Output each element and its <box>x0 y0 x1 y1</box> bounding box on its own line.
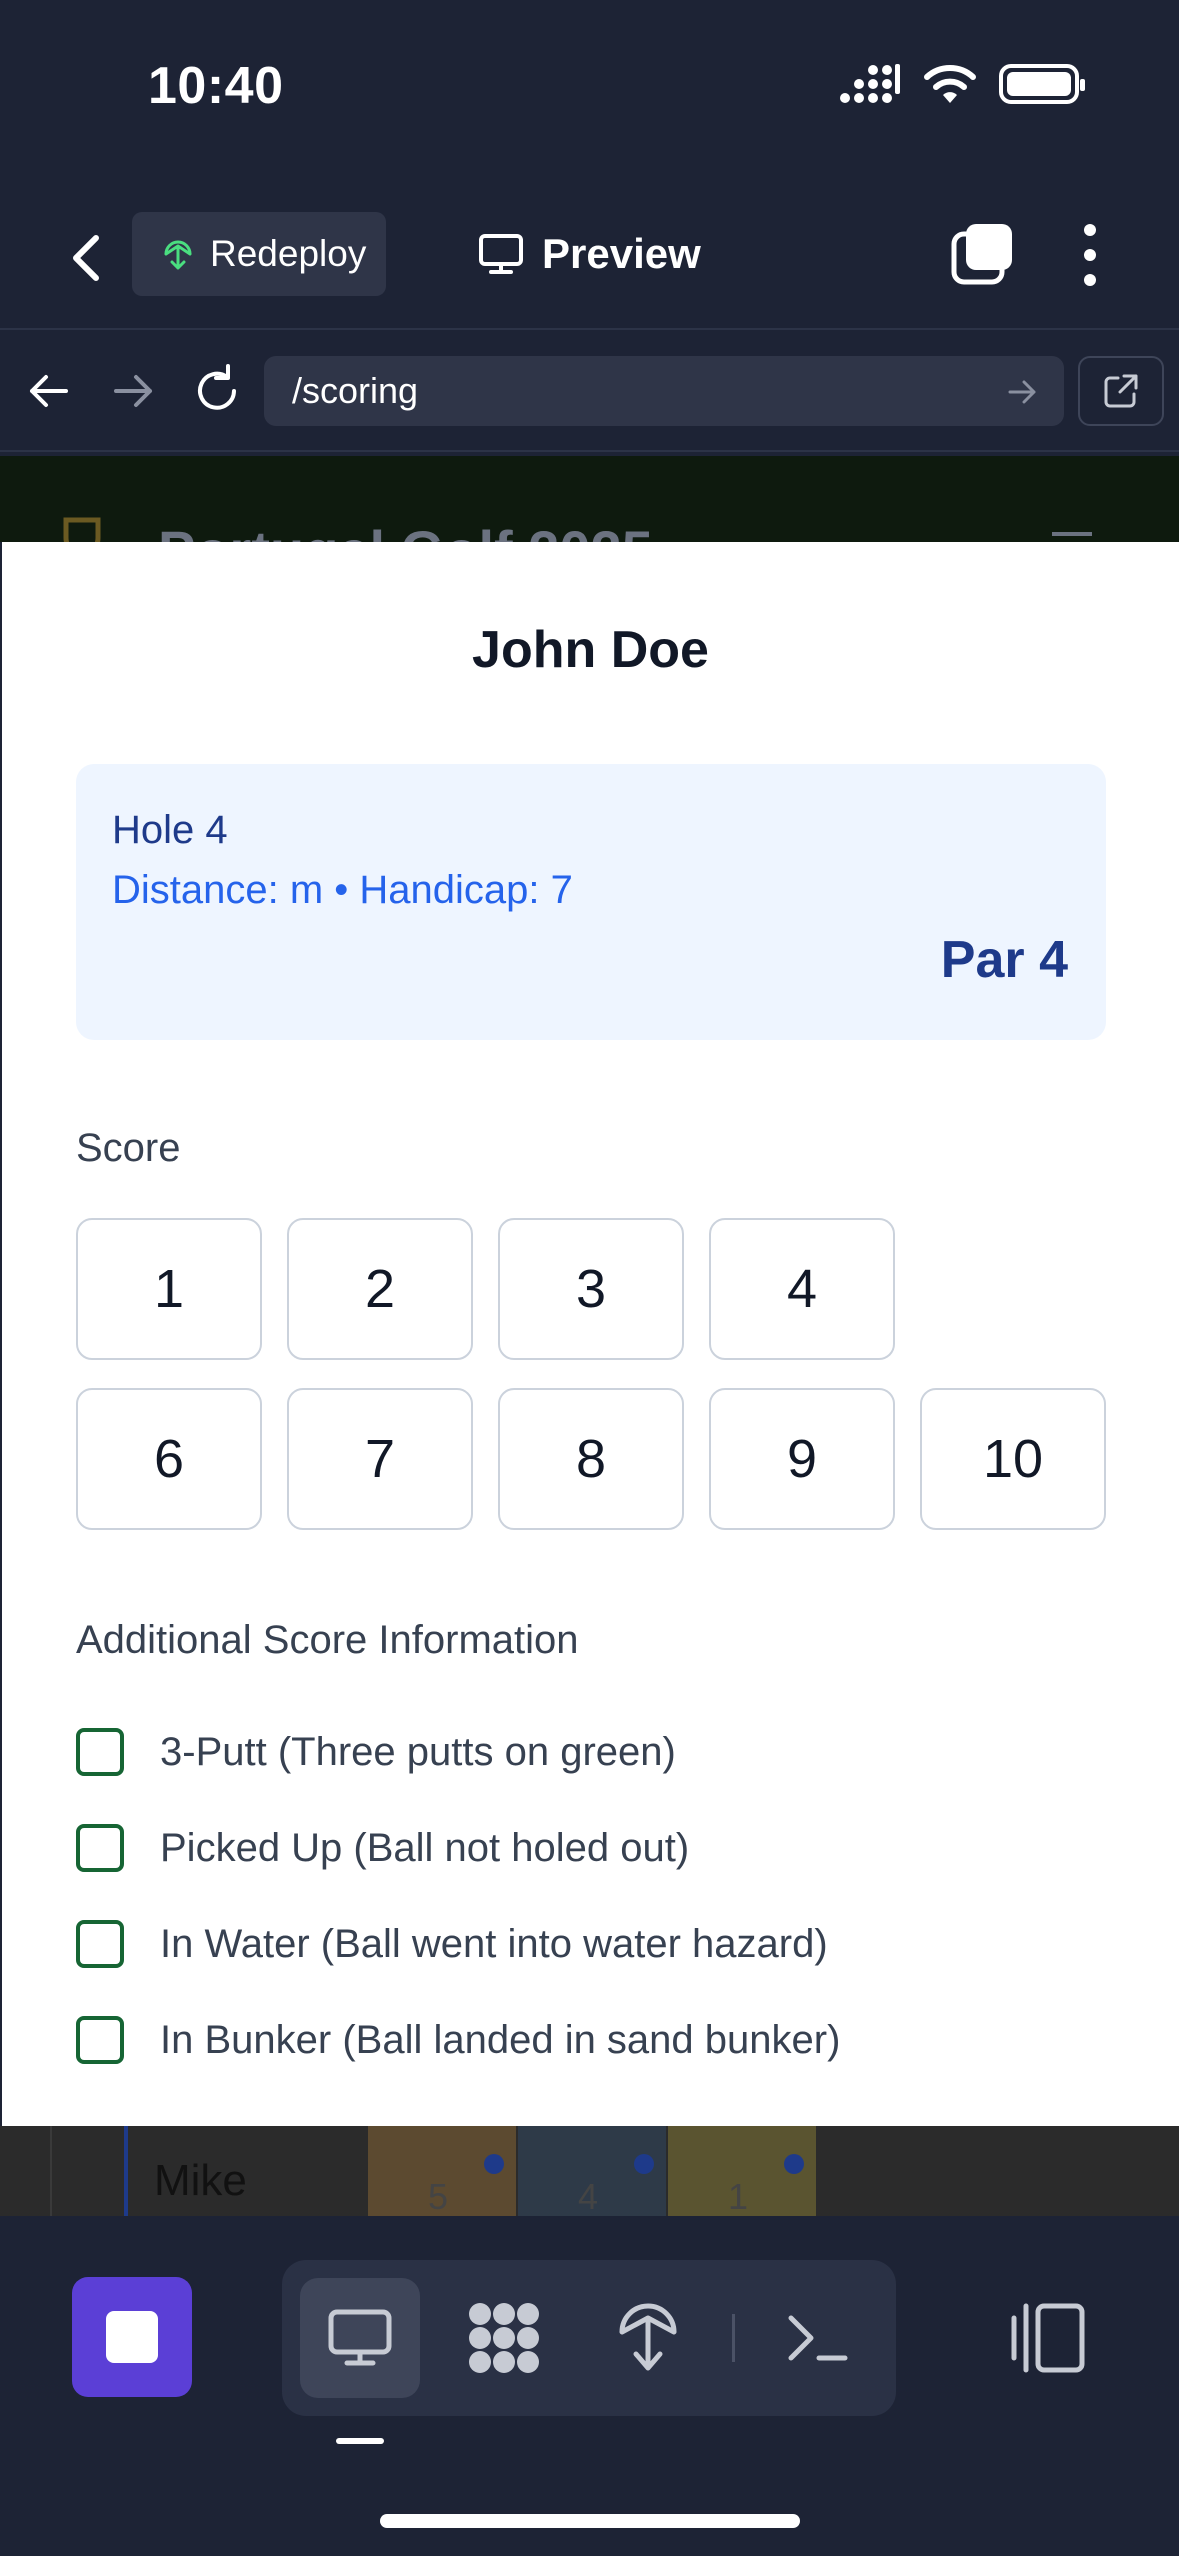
cellular-signal-icon <box>840 64 900 103</box>
go-arrow-icon[interactable] <box>1004 374 1040 410</box>
preview-view-tab[interactable] <box>300 2278 420 2398</box>
preview-label: Preview <box>542 230 701 277</box>
wifi-icon <box>924 65 976 103</box>
in-bunker-checkbox[interactable] <box>76 2016 124 2064</box>
stop-icon <box>106 2311 158 2363</box>
status-time: 10:40 <box>148 57 284 115</box>
hole-info-card: Hole 4 Distance: m • Handicap: 7 Par 4 <box>76 764 1106 1040</box>
hole-meta: Distance: m • Handicap: 7 <box>112 868 573 912</box>
option-label: In Bunker (Ball landed in sand bunker) <box>160 2017 841 2062</box>
picked-up-checkbox[interactable] <box>76 1824 124 1872</box>
status-bar: 10:40 <box>0 0 1179 180</box>
apps-view-tab[interactable] <box>444 2278 564 2398</box>
redeploy-button[interactable]: Redeploy <box>132 212 386 296</box>
score-button-4[interactable]: 4 <box>709 1218 895 1360</box>
deploy-view-tab[interactable] <box>588 2278 708 2398</box>
score-button-10[interactable]: 10 <box>920 1388 1106 1530</box>
open-external-button[interactable] <box>1078 356 1164 426</box>
trophy-icon <box>63 517 101 542</box>
more-vertical-icon[interactable] <box>1070 220 1110 290</box>
top-toolbar: Redeploy Preview <box>0 200 1179 330</box>
background-score-cell: 4 <box>518 2126 666 2216</box>
view-switcher <box>282 2260 896 2416</box>
in-water-checkbox[interactable] <box>76 1920 124 1968</box>
option-label: Picked Up (Ball not holed out) <box>160 1825 690 1870</box>
background-score-cell: 5 <box>368 2126 516 2216</box>
player-name: John Doe <box>472 621 709 679</box>
bottom-app-bar <box>0 2216 1179 2556</box>
score-button-9[interactable]: 9 <box>709 1388 895 1530</box>
status-icons <box>839 62 1085 106</box>
score-button-1[interactable]: 1 <box>76 1218 262 1360</box>
score-button-6[interactable]: 6 <box>76 1388 262 1530</box>
segment-divider <box>732 2314 735 2362</box>
in-bunker-option[interactable]: In Bunker (Ball landed in sand bunker) <box>76 2016 840 2064</box>
scoring-modal: John Doe Hole 4 Distance: m • Handicap: … <box>2 542 1179 2126</box>
back-chevron-icon[interactable] <box>60 230 116 286</box>
background-score-value: 5 <box>428 2176 449 2216</box>
arrow-right-icon[interactable] <box>102 360 164 422</box>
option-label: In Water (Ball went into water hazard) <box>160 1921 828 1966</box>
score-button-2[interactable]: 2 <box>287 1218 473 1360</box>
three-putt-checkbox[interactable] <box>76 1728 124 1776</box>
terminal-icon <box>788 2315 848 2361</box>
background-scores-table: Mike 5 4 1 <box>0 2126 1179 2216</box>
score-button-8[interactable]: 8 <box>498 1388 684 1530</box>
background-menu-icon <box>1052 532 1092 536</box>
additional-info-label: Additional Score Information <box>76 1618 579 1662</box>
score-dot <box>484 2154 504 2174</box>
url-bar: /scoring <box>0 332 1179 452</box>
option-label: 3-Putt (Three putts on green) <box>160 1729 676 1774</box>
reload-icon[interactable] <box>186 360 248 422</box>
side-panel-icon[interactable] <box>1008 2298 1088 2378</box>
background-score-value: 4 <box>578 2176 599 2216</box>
terminal-view-tab[interactable] <box>758 2278 878 2398</box>
open-external-icon <box>1104 374 1138 408</box>
table-edge <box>50 2126 52 2216</box>
score-dot <box>784 2154 804 2174</box>
row-highlight-border <box>124 2126 128 2216</box>
score-dot <box>634 2154 654 2174</box>
hole-name: Hole 4 <box>112 808 228 852</box>
arrow-left-icon[interactable] <box>18 360 80 422</box>
score-button-7[interactable]: 7 <box>287 1388 473 1530</box>
picked-up-option[interactable]: Picked Up (Ball not holed out) <box>76 1824 689 1872</box>
score-button-3[interactable]: 3 <box>498 1218 684 1360</box>
background-page-header: Portugal Golf 2025 <box>0 456 1179 542</box>
hole-par: Par 4 <box>940 931 1068 989</box>
background-score-value: 1 <box>728 2176 749 2216</box>
background-score-cell: 1 <box>668 2126 816 2216</box>
url-text: /scoring <box>292 370 419 411</box>
score-label: Score <box>76 1126 181 1170</box>
battery-icon <box>999 64 1085 104</box>
redeploy-icon <box>164 240 192 270</box>
background-page-title: Portugal Golf 2025 <box>158 518 653 542</box>
preview-button[interactable]: Preview <box>478 212 701 296</box>
background-row-name: Mike <box>154 2156 247 2205</box>
apps-grid-icon <box>469 2303 539 2373</box>
deploy-icon <box>619 2303 677 2371</box>
home-indicator <box>380 2514 800 2528</box>
monitor-icon <box>328 2309 392 2366</box>
url-input[interactable]: /scoring <box>264 356 1064 426</box>
active-tab-indicator <box>336 2438 384 2444</box>
redeploy-label: Redeploy <box>210 233 367 274</box>
three-putt-option[interactable]: 3-Putt (Three putts on green) <box>76 1728 676 1776</box>
stop-button[interactable] <box>72 2277 192 2397</box>
monitor-icon <box>479 234 523 274</box>
in-water-option[interactable]: In Water (Ball went into water hazard) <box>76 1920 828 1968</box>
tabs-icon[interactable] <box>950 222 1014 286</box>
